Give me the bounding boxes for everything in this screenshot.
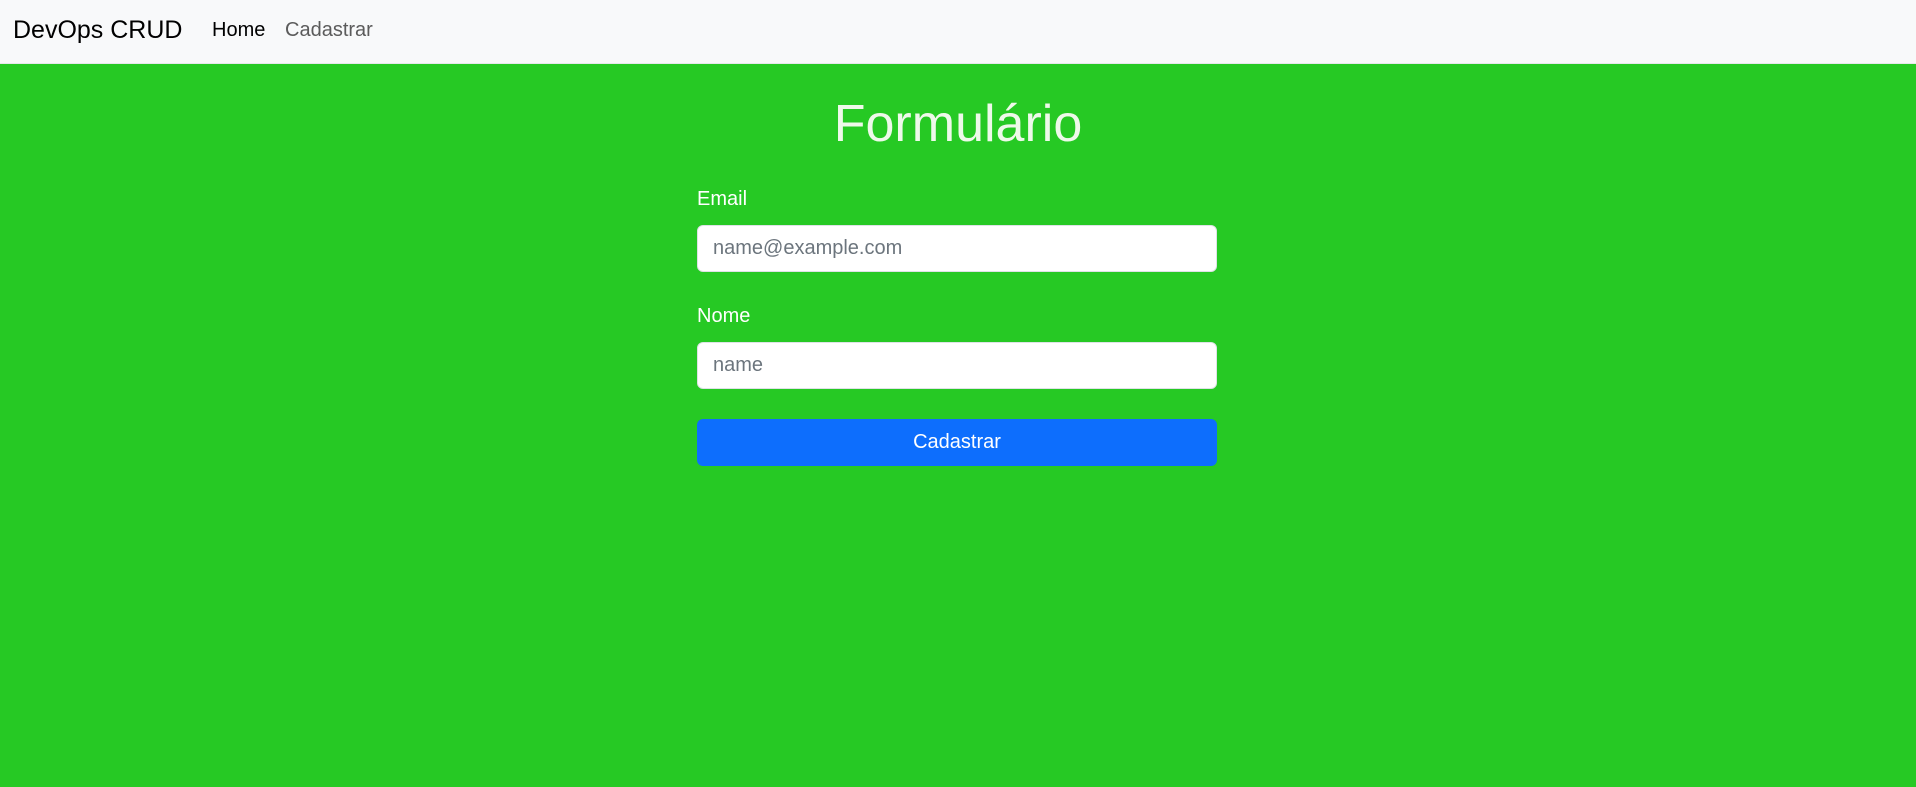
email-label: Email bbox=[697, 188, 748, 210]
page-title: Formulário bbox=[833, 95, 1083, 153]
navbar-brand[interactable]: DevOps CRUD bbox=[13, 14, 182, 46]
email-input[interactable] bbox=[697, 225, 1217, 272]
navbar: DevOps CRUD Home Cadastrar bbox=[0, 0, 1916, 64]
name-input[interactable] bbox=[697, 342, 1217, 389]
nav-link-home[interactable]: Home bbox=[212, 17, 265, 43]
name-label: Nome bbox=[697, 305, 751, 327]
cadastrar-button[interactable]: Cadastrar bbox=[697, 419, 1217, 466]
nav-link-cadastrar[interactable]: Cadastrar bbox=[285, 17, 373, 43]
